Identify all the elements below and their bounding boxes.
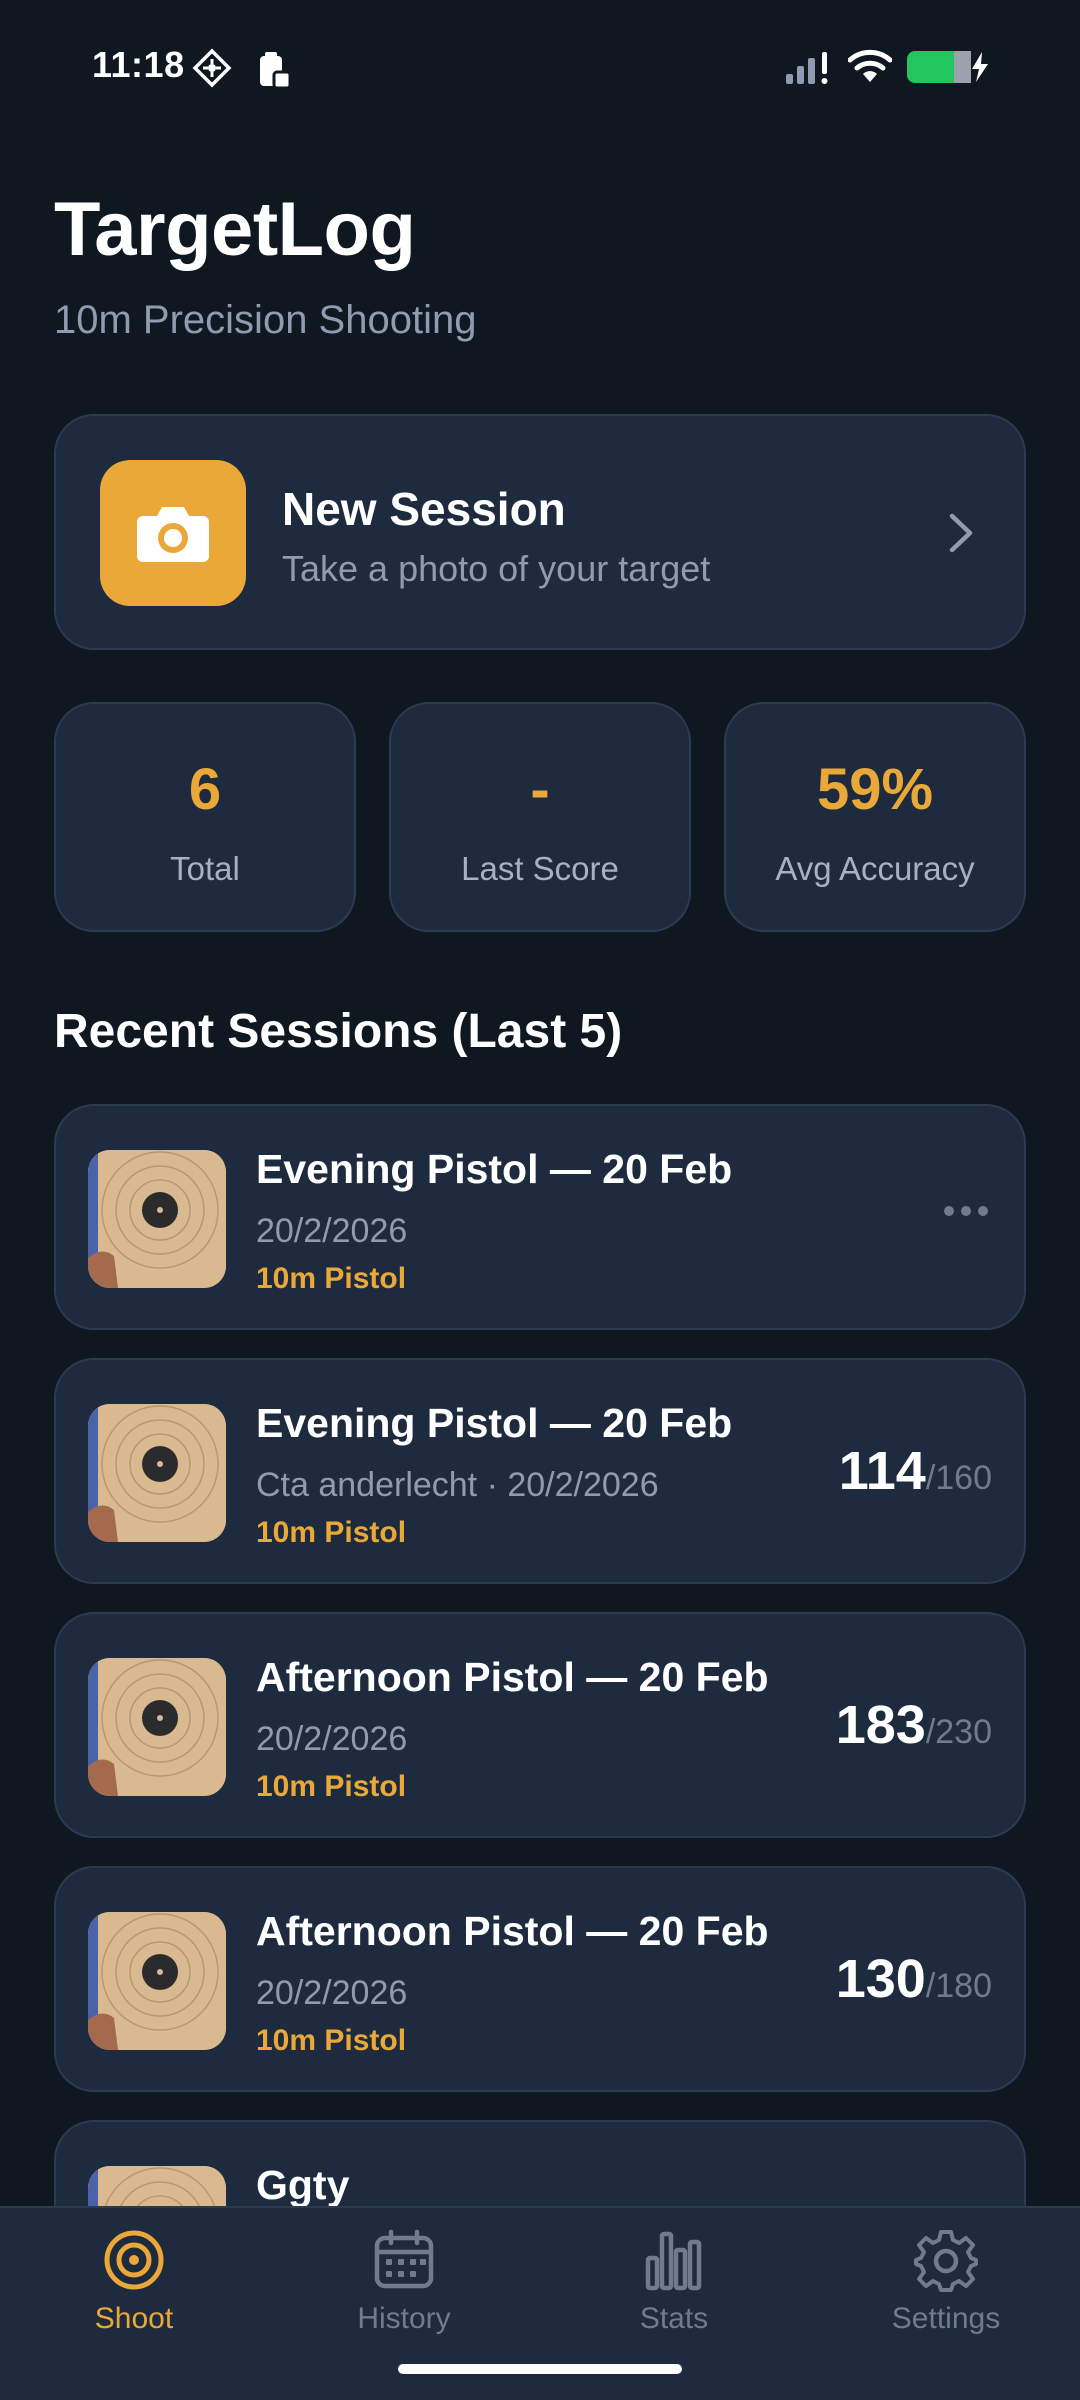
session-title: Afternoon Pistol — 20 Feb bbox=[256, 1654, 769, 1700]
session-meta: 20/2/2026 bbox=[256, 1720, 408, 1758]
app-subtitle: 10m Precision Shooting bbox=[54, 298, 477, 342]
score-value: 130 bbox=[835, 1949, 926, 2009]
stat-value: - bbox=[530, 757, 550, 822]
session-discipline-tag: 10m Pistol bbox=[256, 2024, 407, 2057]
session-title: Evening Pistol — 20 Feb bbox=[256, 1400, 733, 1446]
tab-label: Shoot bbox=[94, 2302, 174, 2335]
session-discipline-tag: 10m Pistol bbox=[256, 1262, 407, 1295]
target-icon bbox=[104, 2230, 164, 2290]
session-title: Ggty bbox=[256, 2162, 350, 2208]
session-meta: 20/2/2026 bbox=[256, 1974, 408, 2012]
target-thumbnail bbox=[88, 1912, 226, 2050]
stat-value: 6 bbox=[188, 757, 222, 822]
chevron-right-icon bbox=[949, 513, 973, 553]
session-score: 130/180 bbox=[836, 1948, 992, 2010]
target-thumbnail bbox=[88, 1658, 226, 1796]
stat-card-total: 6 Total bbox=[54, 702, 356, 932]
recent-sessions-title: Recent Sessions (Last 5) bbox=[54, 1005, 623, 1058]
session-title: Evening Pistol — 20 Feb bbox=[256, 1146, 733, 1192]
app-title: TargetLog bbox=[54, 187, 416, 272]
session-score: 114/160 bbox=[839, 1440, 992, 1502]
nfc-icon bbox=[192, 48, 232, 88]
stat-card-avg-accuracy: 59% Avg Accuracy bbox=[724, 702, 1026, 932]
clipboard-lock-icon bbox=[260, 52, 292, 90]
tab-label: History bbox=[357, 2302, 451, 2335]
home-indicator[interactable] bbox=[398, 2364, 682, 2374]
new-session-card[interactable]: New Session Take a photo of your target bbox=[54, 414, 1026, 650]
stat-label: Total bbox=[170, 850, 240, 887]
tab-settings[interactable]: Settings bbox=[846, 2228, 1046, 2336]
new-session-title: New Session bbox=[282, 483, 566, 535]
wifi-icon bbox=[848, 49, 892, 82]
session-card[interactable]: Evening Pistol — 20 Feb Cta anderlecht ·… bbox=[54, 1358, 1026, 1584]
session-discipline-tag: 10m Pistol bbox=[256, 1516, 407, 1549]
stat-label: Avg Accuracy bbox=[775, 850, 975, 887]
new-session-subtitle: Take a photo of your target bbox=[282, 548, 711, 589]
calendar-icon bbox=[374, 2229, 434, 2289]
score-max: /160 bbox=[925, 1459, 992, 1497]
gear-icon bbox=[914, 2230, 978, 2292]
tab-stats[interactable]: Stats bbox=[574, 2228, 774, 2336]
score-max: /180 bbox=[925, 1967, 992, 2005]
session-discipline-tag: 10m Pistol bbox=[256, 1770, 407, 1803]
stat-value: 59% bbox=[816, 757, 934, 822]
tab-label: Settings bbox=[891, 2302, 1001, 2335]
session-card[interactable]: Evening Pistol — 20 Feb 20/2/2026 10m Pi… bbox=[54, 1104, 1026, 1330]
signal-icon bbox=[786, 52, 828, 84]
tab-shoot[interactable]: Shoot bbox=[34, 2228, 234, 2336]
target-thumbnail bbox=[88, 1150, 226, 1288]
more-dots-icon[interactable] bbox=[942, 1204, 990, 1218]
session-score: 183/230 bbox=[836, 1694, 992, 1756]
session-meta: Cta anderlecht · 20/2/2026 bbox=[256, 1466, 659, 1504]
status-time: 11:18 bbox=[92, 44, 185, 85]
stat-label: Last Score bbox=[461, 850, 619, 887]
tab-history[interactable]: History bbox=[304, 2228, 504, 2336]
battery-charging-icon bbox=[907, 51, 988, 83]
score-value: 183 bbox=[835, 1695, 926, 1755]
target-thumbnail bbox=[88, 1404, 226, 1542]
camera-icon bbox=[100, 460, 246, 606]
score-value: 114 bbox=[838, 1441, 926, 1501]
score-max: /230 bbox=[925, 1713, 992, 1751]
session-card[interactable]: Afternoon Pistol — 20 Feb 20/2/2026 10m … bbox=[54, 1612, 1026, 1838]
session-card[interactable]: Afternoon Pistol — 20 Feb 20/2/2026 10m … bbox=[54, 1866, 1026, 2092]
tab-label: Stats bbox=[639, 2302, 709, 2335]
session-meta: 20/2/2026 bbox=[256, 1212, 408, 1250]
bar-chart-icon bbox=[645, 2231, 702, 2291]
stat-card-last-score: - Last Score bbox=[389, 702, 691, 932]
session-title: Afternoon Pistol — 20 Feb bbox=[256, 1908, 769, 1954]
status-bar: 11:18 bbox=[0, 0, 1080, 140]
